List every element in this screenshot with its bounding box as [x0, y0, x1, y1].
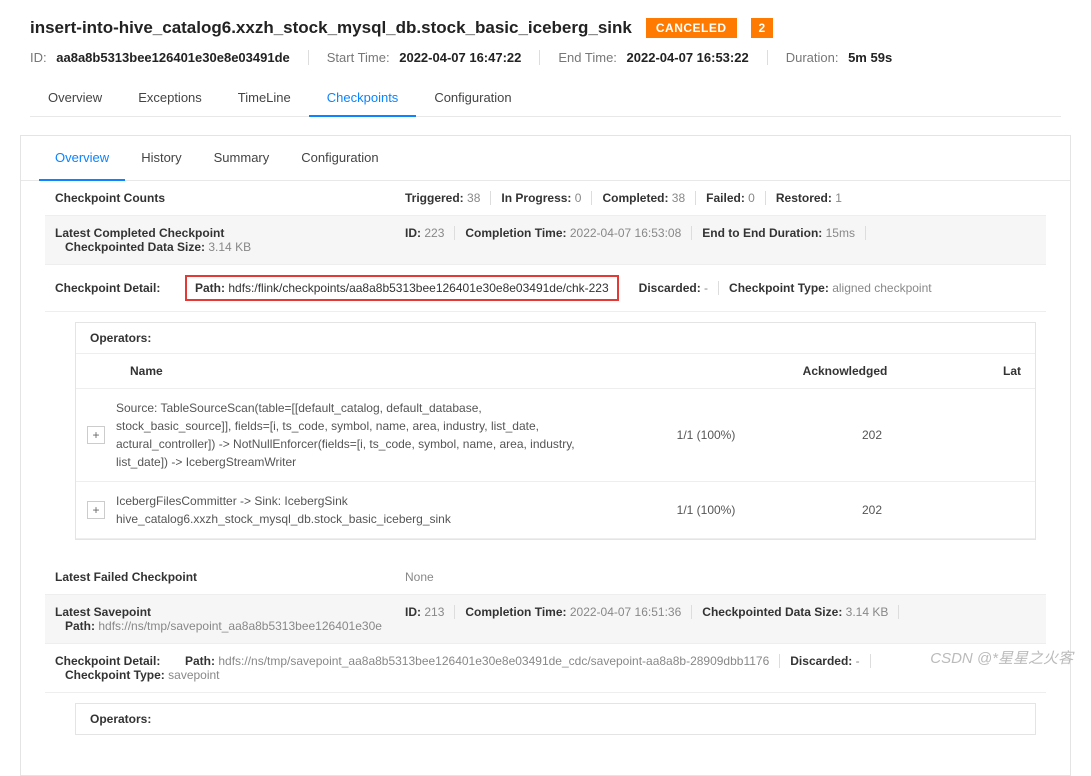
expand-button[interactable]: +: [87, 426, 105, 444]
tab-exceptions[interactable]: Exceptions: [120, 80, 220, 116]
count-badge: 2: [751, 18, 774, 38]
tab-checkpoints[interactable]: Checkpoints: [309, 80, 417, 117]
duration: Duration: 5m 59s: [768, 50, 910, 65]
sub-tab-configuration[interactable]: Configuration: [285, 136, 394, 180]
checkpoint-counts-row: Checkpoint Counts Triggered: 38 In Progr…: [45, 181, 1046, 216]
tab-configuration[interactable]: Configuration: [416, 80, 529, 116]
operator-row: + Source: TableSourceScan(table=[[defaul…: [76, 389, 1035, 482]
job-title: insert-into-hive_catalog6.xxzh_stock_mys…: [30, 18, 632, 38]
col-acknowledged: Acknowledged: [735, 354, 955, 388]
highlighted-path: Path: hdfs:/flink/checkpoints/aa8a8b5313…: [185, 275, 619, 301]
main-tabs: Overview Exceptions TimeLine Checkpoints…: [30, 80, 1061, 117]
latest-completed-row: Latest Completed Checkpoint ID: 223 Comp…: [45, 216, 1046, 265]
start-time: Start Time: 2022-04-07 16:47:22: [309, 50, 541, 65]
status-badge: CANCELED: [646, 18, 737, 38]
sub-tab-overview[interactable]: Overview: [39, 136, 125, 181]
end-time: End Time: 2022-04-07 16:53:22: [540, 50, 767, 65]
tab-overview[interactable]: Overview: [30, 80, 120, 116]
sub-tab-history[interactable]: History: [125, 136, 197, 180]
operators-box-2: Operators:: [75, 703, 1036, 735]
latest-savepoint-row: Latest Savepoint ID: 213 Completion Time…: [45, 595, 1046, 644]
savepoint-detail-row: Checkpoint Detail: Path: hdfs://ns/tmp/s…: [45, 644, 1046, 693]
operators-box: Operators: Name Acknowledged Lat + Sourc…: [75, 322, 1036, 540]
col-latency: Lat: [955, 354, 1035, 388]
latest-failed-row: Latest Failed Checkpoint None: [45, 560, 1046, 595]
tab-timeline[interactable]: TimeLine: [220, 80, 309, 116]
checkpoint-detail-row: Checkpoint Detail: Path: hdfs:/flink/che…: [45, 265, 1046, 312]
sub-tab-summary[interactable]: Summary: [198, 136, 286, 180]
operator-row: + IcebergFilesCommitter -> Sink: Iceberg…: [76, 482, 1035, 539]
expand-button[interactable]: +: [87, 501, 105, 519]
job-id: ID: aa8a8b5313bee126401e30e8e03491de: [30, 50, 309, 65]
col-name: Name: [116, 354, 735, 388]
checkpoint-sub-tabs: Overview History Summary Configuration: [21, 136, 1070, 181]
